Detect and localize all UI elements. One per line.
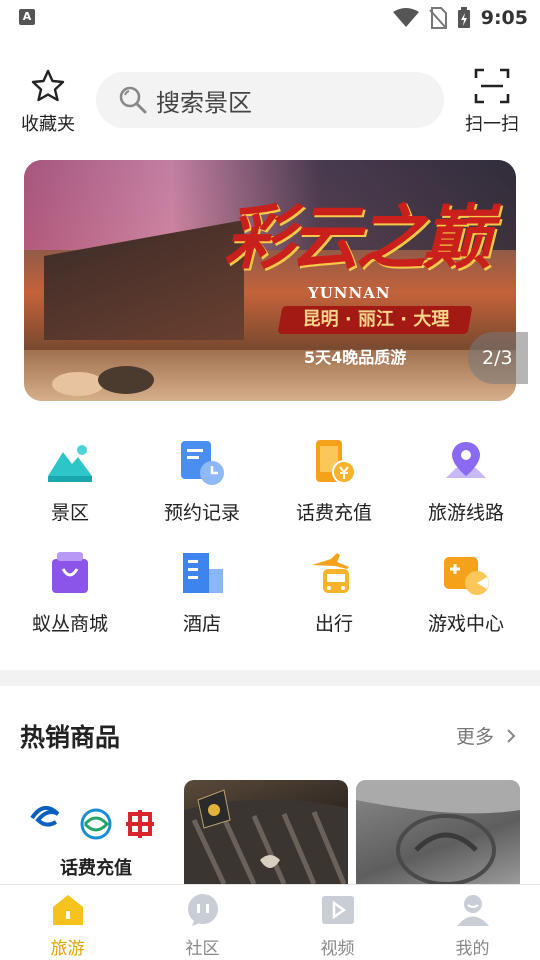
section-divider <box>0 670 540 686</box>
status-bar: A 9:05 <box>0 0 540 36</box>
wifi-icon <box>392 8 419 27</box>
product-card-wallet[interactable] <box>356 780 520 884</box>
chevron-right-icon <box>507 729 516 743</box>
product-row: 话费充值 <box>14 780 540 884</box>
phone-recharge-icon <box>316 440 356 484</box>
product-label: 话费充值 <box>60 858 132 879</box>
grid-item-phone-recharge[interactable]: 话费充值 <box>268 430 400 541</box>
hotel-building-icon <box>183 553 223 593</box>
video-play-icon <box>321 896 354 924</box>
hot-products-title: 热销商品 <box>20 723 121 752</box>
nav-tab-mine[interactable]: 我的 <box>405 885 540 960</box>
grid-label: 景区 <box>50 502 89 524</box>
grid-item-scenic[interactable]: 景区 <box>4 430 136 541</box>
favorites-button[interactable]: 收藏夹 <box>14 68 82 136</box>
banner-title: 彩云之巅 <box>224 196 492 279</box>
promo-banner[interactable]: 彩云之巅 YUNNAN 昆明 · 丽江 · 大理 5天4晚品质游 <box>24 160 516 401</box>
more-button[interactable]: 更多 <box>456 722 518 749</box>
mountain-icon <box>48 445 92 482</box>
star-icon <box>31 69 65 102</box>
plane-bus-icon <box>312 553 349 593</box>
banner-english: YUNNAN <box>308 284 391 302</box>
search-input[interactable]: 搜索景区 <box>96 72 444 128</box>
grid-label: 出行 <box>314 613 353 635</box>
nav-label: 我的 <box>455 939 490 959</box>
favorites-label: 收藏夹 <box>21 114 75 135</box>
scan-label: 扫一扫 <box>465 114 519 135</box>
grid-item-mall[interactable]: 蚁丛商城 <box>4 541 136 652</box>
grid-label: 预约记录 <box>163 502 240 524</box>
more-label: 更多 <box>456 726 495 748</box>
banner-route: 昆明 · 丽江 · 大理 <box>302 309 450 330</box>
grid-item-transport[interactable]: 出行 <box>268 541 400 652</box>
grid-item-booking-records[interactable]: 预约记录 <box>136 430 268 541</box>
nav-tab-travel[interactable]: 旅游 <box>0 885 135 960</box>
top-header: 收藏夹 搜索景区 扫一扫 <box>0 62 540 140</box>
grid-label: 蚁丛商城 <box>31 613 108 635</box>
home-icon <box>52 895 83 925</box>
banner-subtitle: 5天4晚品质游 <box>304 348 407 367</box>
grid-item-hotel[interactable]: 酒店 <box>136 541 268 652</box>
function-grid: 景区 预约记录 话费充值 旅游线路 蚁丛商城 酒店 出行 游戏中心 <box>0 430 540 650</box>
scan-icon <box>474 68 510 104</box>
product-card-bag[interactable] <box>184 780 348 884</box>
grid-label: 话费充值 <box>295 502 372 524</box>
bag-product-image <box>184 789 348 884</box>
search-placeholder: 搜索景区 <box>156 88 252 117</box>
nav-tab-video[interactable]: 视频 <box>270 885 405 960</box>
status-time: 9:05 <box>480 7 528 29</box>
battery-charging-icon <box>457 7 470 28</box>
grid-item-travel-routes[interactable]: 旅游线路 <box>400 430 532 541</box>
no-sim-icon <box>428 7 447 29</box>
grid-label: 旅游线路 <box>427 502 504 524</box>
banner-pager: 2/3 <box>468 332 528 384</box>
nav-label: 旅游 <box>50 939 85 959</box>
record-clock-icon <box>181 441 224 485</box>
grid-item-game-center[interactable]: 游戏中心 <box>400 541 532 652</box>
shopping-bag-icon <box>52 552 88 593</box>
scan-button[interactable]: 扫一扫 <box>458 68 526 136</box>
banner-food-image <box>52 366 154 396</box>
product-card-recharge[interactable]: 话费充值 <box>14 780 178 884</box>
grid-label: 酒店 <box>182 613 221 635</box>
carrier-logos-icon <box>30 806 154 840</box>
chat-bubble-icon <box>187 894 218 926</box>
user-profile-icon <box>456 895 489 926</box>
map-pin-icon <box>446 442 486 478</box>
notification-icon: A <box>19 9 35 25</box>
nav-label: 社区 <box>185 939 220 959</box>
bottom-nav: 旅游 社区 视频 我的 <box>0 884 540 960</box>
nav-label: 视频 <box>320 939 355 959</box>
search-icon <box>119 86 147 114</box>
gamepad-icon <box>444 557 489 595</box>
wallet-product-image <box>356 780 520 884</box>
grid-label: 游戏中心 <box>427 613 504 635</box>
status-icons: 9:05 <box>392 6 528 30</box>
nav-tab-community[interactable]: 社区 <box>135 885 270 960</box>
